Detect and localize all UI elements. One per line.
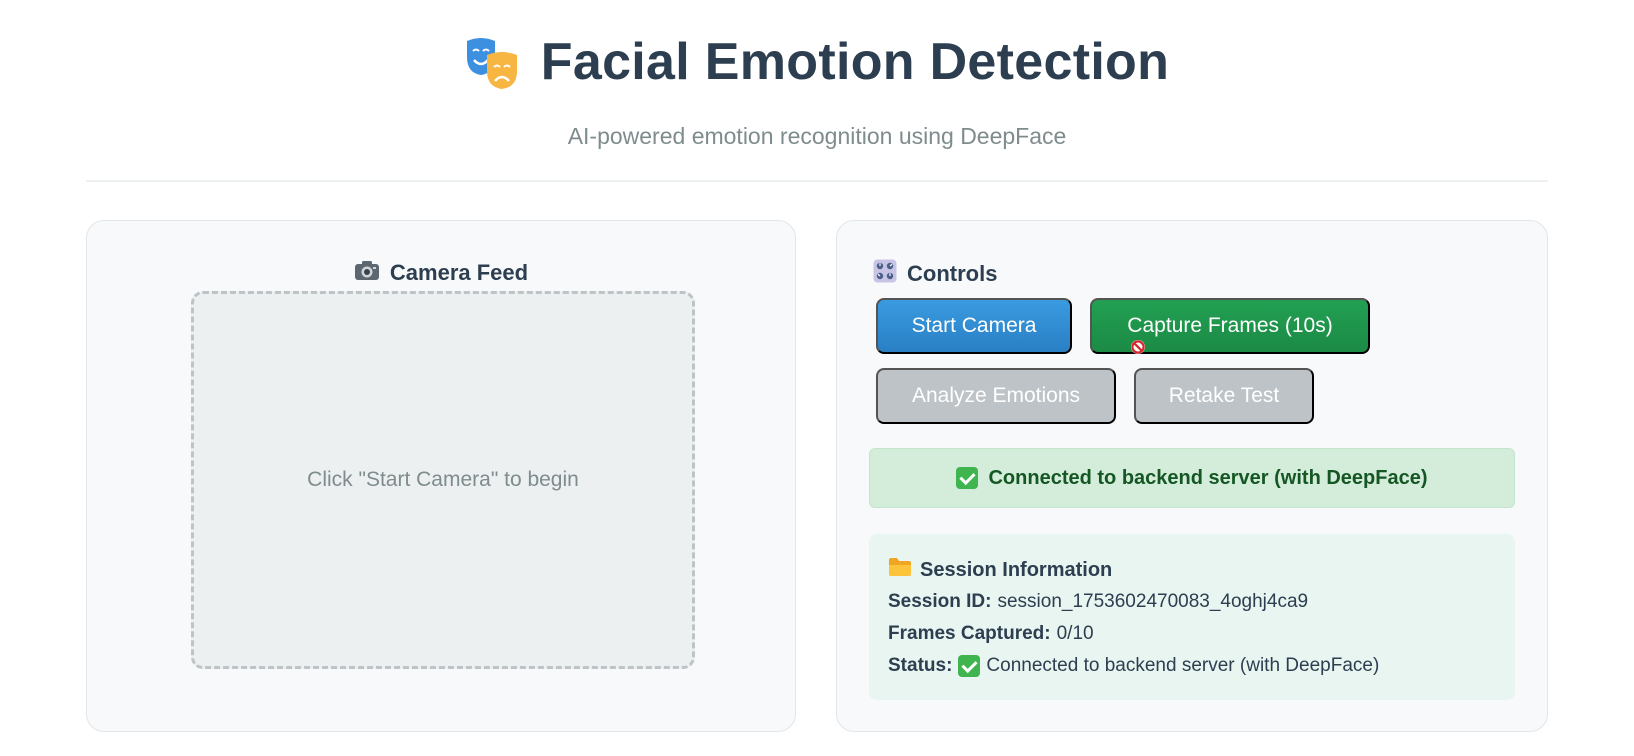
camera-panel-title-text: Camera Feed bbox=[389, 260, 529, 285]
connection-status-banner: Connected to backend server (with DeepFa… bbox=[869, 448, 1515, 508]
session-status-label: Status: bbox=[888, 655, 953, 676]
camera-placeholder-text: Click "Start Camera" to begin bbox=[307, 468, 579, 491]
controls-panel-title: Controls bbox=[873, 259, 997, 289]
session-id-value: session_1753602470083_4oghj4ca9 bbox=[997, 591, 1309, 612]
session-status-row: Status: Connected to backend server (wit… bbox=[888, 652, 1496, 680]
session-id-row: Session ID: session_1753602470083_4oghj4… bbox=[888, 588, 1496, 616]
check-mark-icon bbox=[956, 467, 979, 489]
page-header: Facial Emotion Detection AI-powered emot… bbox=[0, 0, 1634, 182]
controls-panel-title-text: Controls bbox=[907, 261, 998, 286]
frames-captured-label: Frames Captured: bbox=[888, 623, 1051, 644]
frames-captured-row: Frames Captured: 0/10 bbox=[888, 620, 1496, 648]
control-knobs-icon bbox=[873, 259, 897, 289]
performing-arts-masks-icon bbox=[465, 35, 519, 89]
session-info-title-text: Session Information bbox=[920, 558, 1113, 581]
camera-icon bbox=[354, 259, 380, 287]
camera-panel-title: Camera Feed bbox=[87, 259, 795, 287]
title-row: Facial Emotion Detection bbox=[0, 32, 1634, 92]
session-id-label: Session ID: bbox=[888, 591, 992, 612]
connection-status-text: Connected to backend server (with DeepFa… bbox=[988, 466, 1428, 489]
folder-icon bbox=[888, 557, 912, 583]
analyze-emotions-button[interactable]: Analyze Emotions bbox=[876, 368, 1116, 424]
retake-test-button[interactable]: Retake Test bbox=[1134, 368, 1314, 424]
frames-captured-value: 0/10 bbox=[1056, 623, 1094, 644]
page-title: Facial Emotion Detection bbox=[540, 33, 1170, 91]
header-divider bbox=[86, 180, 1548, 182]
not-allowed-cursor-icon bbox=[1130, 339, 1146, 355]
camera-video-area: Click "Start Camera" to begin bbox=[191, 291, 695, 669]
check-mark-icon bbox=[958, 655, 981, 677]
start-camera-button[interactable]: Start Camera bbox=[876, 298, 1072, 354]
session-status-value: Connected to backend server (with DeepFa… bbox=[986, 655, 1380, 676]
controls-panel: Controls Start Camera Capture Frames (10… bbox=[836, 220, 1548, 732]
session-info-box: Session Information Session ID: session_… bbox=[869, 534, 1515, 700]
camera-panel: Camera Feed Click "Start Camera" to begi… bbox=[86, 220, 796, 732]
page-subtitle: AI-powered emotion recognition using Dee… bbox=[567, 123, 1067, 149]
session-info-title: Session Information bbox=[888, 556, 1496, 584]
